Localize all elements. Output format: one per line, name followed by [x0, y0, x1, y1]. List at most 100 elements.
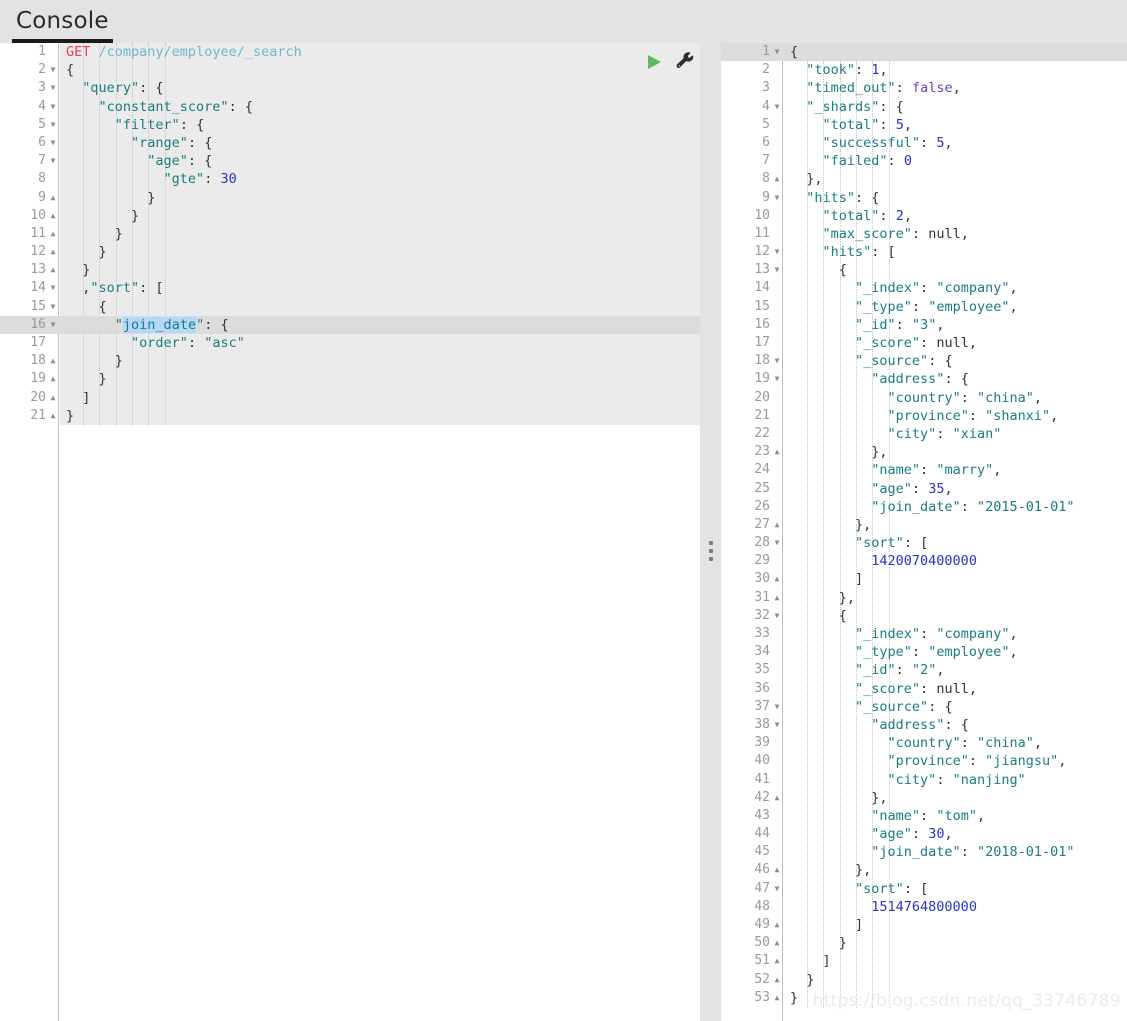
chevron-up-icon[interactable]: ▲ [47, 207, 59, 225]
request-line[interactable]: 11 ▲ } [0, 225, 700, 243]
chevron-up-icon[interactable]: ▲ [771, 971, 783, 989]
chevron-down-icon[interactable]: ▼ [771, 698, 783, 716]
response-line[interactable]: 40▼ "province": "jiangsu", [721, 752, 1127, 770]
response-line[interactable]: 9 ▼ "hits": { [721, 189, 1127, 207]
request-line[interactable]: 3 ▼ "query": { [0, 79, 700, 97]
request-line[interactable]: 9 ▲ } [0, 189, 700, 207]
response-line[interactable]: 7▼ "failed": 0 [721, 152, 1127, 170]
chevron-up-icon[interactable]: ▲ [771, 570, 783, 588]
request-code-lines[interactable]: 1▼GET /company/employee/_search2▼{3▼ "qu… [0, 43, 700, 425]
chevron-up-icon[interactable]: ▲ [47, 189, 59, 207]
request-line[interactable]: 16 ▼ "join_date": { [0, 315, 700, 334]
chevron-down-icon[interactable]: ▼ [771, 98, 783, 116]
request-editor[interactable]: 1▼GET /company/employee/_search2▼{3▼ "qu… [0, 43, 700, 1021]
chevron-up-icon[interactable]: ▲ [47, 389, 59, 407]
wrench-icon[interactable] [676, 52, 695, 71]
chevron-down-icon[interactable]: ▼ [771, 261, 783, 279]
chevron-down-icon[interactable]: ▼ [47, 279, 59, 297]
response-editor[interactable]: 1▼{2▼ "took": 1,3▼ "timed_out": false,4▼… [721, 43, 1127, 1021]
response-line[interactable]: 18 ▼ "_source": { [721, 352, 1127, 370]
request-line[interactable]: 20 ▲ ] [0, 389, 700, 407]
response-line[interactable]: 25▼ "age": 35, [721, 480, 1127, 498]
chevron-down-icon[interactable]: ▼ [47, 316, 59, 334]
request-line[interactable]: 13 ▲ } [0, 261, 700, 279]
response-line[interactable]: 4 ▼ "_shards": { [721, 98, 1127, 116]
response-line[interactable]: 22▼ "city": "xian" [721, 425, 1127, 443]
response-line[interactable]: 13 ▼ { [721, 261, 1127, 279]
response-line[interactable]: 48▼ 1514764800000 [721, 898, 1127, 916]
chevron-up-icon[interactable]: ▲ [771, 443, 783, 461]
request-line[interactable]: 8▼ "gte": 30 [0, 170, 700, 188]
response-line[interactable]: 21▼ "province": "shanxi", [721, 407, 1127, 425]
response-line[interactable]: 42 ▲ }, [721, 789, 1127, 807]
response-line[interactable]: 31 ▲ }, [721, 589, 1127, 607]
chevron-down-icon[interactable]: ▼ [47, 152, 59, 170]
response-line[interactable]: 41▼ "city": "nanjing" [721, 771, 1127, 789]
response-line[interactable]: 33▼ "_index": "company", [721, 625, 1127, 643]
response-line[interactable]: 15▼ "_type": "employee", [721, 298, 1127, 316]
request-line[interactable]: 2 ▼ { [0, 61, 700, 79]
response-line[interactable]: 27 ▲ }, [721, 516, 1127, 534]
request-line[interactable]: 4 ▼ "constant_score": { [0, 98, 700, 116]
request-line[interactable]: 19 ▲ } [0, 370, 700, 388]
response-code-lines[interactable]: 1▼{2▼ "took": 1,3▼ "timed_out": false,4▼… [721, 43, 1127, 1007]
response-line[interactable]: 16▼ "_id": "3", [721, 316, 1127, 334]
response-line[interactable]: 35▼ "_id": "2", [721, 661, 1127, 679]
chevron-up-icon[interactable]: ▲ [771, 170, 783, 188]
chevron-up-icon[interactable]: ▲ [47, 370, 59, 388]
chevron-up-icon[interactable]: ▲ [771, 861, 783, 879]
chevron-up-icon[interactable]: ▲ [771, 916, 783, 934]
chevron-up-icon[interactable]: ▲ [47, 225, 59, 243]
request-line[interactable]: 12 ▲ } [0, 243, 700, 261]
chevron-down-icon[interactable]: ▼ [771, 352, 783, 370]
chevron-down-icon[interactable]: ▼ [771, 189, 783, 207]
tab-console[interactable]: Console [12, 0, 113, 43]
response-line[interactable]: 17▼ "_score": null, [721, 334, 1127, 352]
chevron-down-icon[interactable]: ▼ [47, 298, 59, 316]
chevron-up-icon[interactable]: ▲ [771, 952, 783, 970]
response-line[interactable]: 29▼ 1420070400000 [721, 552, 1127, 570]
chevron-down-icon[interactable]: ▼ [47, 98, 59, 116]
response-line[interactable]: 30 ▲ ] [721, 570, 1127, 588]
chevron-up-icon[interactable]: ▲ [47, 261, 59, 279]
chevron-down-icon[interactable]: ▼ [47, 79, 59, 97]
request-line[interactable]: 18 ▲ } [0, 352, 700, 370]
response-line[interactable]: 51 ▲ ] [721, 952, 1127, 970]
response-line[interactable]: 34▼ "_type": "employee", [721, 643, 1127, 661]
response-line[interactable]: 19 ▼ "address": { [721, 370, 1127, 388]
chevron-down-icon[interactable]: ▼ [771, 534, 783, 552]
response-line[interactable]: 23 ▲ }, [721, 443, 1127, 461]
request-line[interactable]: 14 ▼ ,"sort": [ [0, 279, 700, 297]
chevron-up-icon[interactable]: ▲ [771, 589, 783, 607]
chevron-down-icon[interactable]: ▼ [771, 243, 783, 261]
response-line[interactable]: 8 ▲ }, [721, 170, 1127, 188]
response-line[interactable]: 43▼ "name": "tom", [721, 807, 1127, 825]
pane-splitter[interactable] [700, 43, 721, 1021]
response-line[interactable]: 39▼ "country": "china", [721, 734, 1127, 752]
chevron-down-icon[interactable]: ▼ [47, 116, 59, 134]
drag-handle-icon[interactable] [708, 541, 713, 561]
request-line[interactable]: 17▼ "order": "asc" [0, 334, 700, 352]
response-line[interactable]: 44▼ "age": 30, [721, 825, 1127, 843]
chevron-down-icon[interactable]: ▼ [771, 43, 783, 61]
response-line[interactable]: 24▼ "name": "marry", [721, 461, 1127, 479]
chevron-down-icon[interactable]: ▼ [771, 880, 783, 898]
chevron-up-icon[interactable]: ▲ [771, 789, 783, 807]
response-line[interactable]: 52 ▲ } [721, 971, 1127, 989]
response-line[interactable]: 3▼ "timed_out": false, [721, 79, 1127, 97]
response-line[interactable]: 2▼ "took": 1, [721, 61, 1127, 79]
chevron-up-icon[interactable]: ▲ [47, 243, 59, 261]
response-line[interactable]: 45▼ "join_date": "2018-01-01" [721, 843, 1127, 861]
request-line[interactable]: 10 ▲ } [0, 207, 700, 225]
response-line[interactable]: 49 ▲ ] [721, 916, 1127, 934]
response-line[interactable]: 1 ▼ { [721, 43, 1127, 62]
response-line[interactable]: 28 ▼ "sort": [ [721, 534, 1127, 552]
chevron-down-icon[interactable]: ▼ [47, 134, 59, 152]
response-line[interactable]: 36▼ "_score": null, [721, 680, 1127, 698]
chevron-down-icon[interactable]: ▼ [771, 607, 783, 625]
request-line[interactable]: 6 ▼ "range": { [0, 134, 700, 152]
response-line[interactable]: 14▼ "_index": "company", [721, 279, 1127, 297]
response-line[interactable]: 20▼ "country": "china", [721, 389, 1127, 407]
request-line[interactable]: 15 ▼ { [0, 298, 700, 316]
response-line[interactable]: 38 ▼ "address": { [721, 716, 1127, 734]
